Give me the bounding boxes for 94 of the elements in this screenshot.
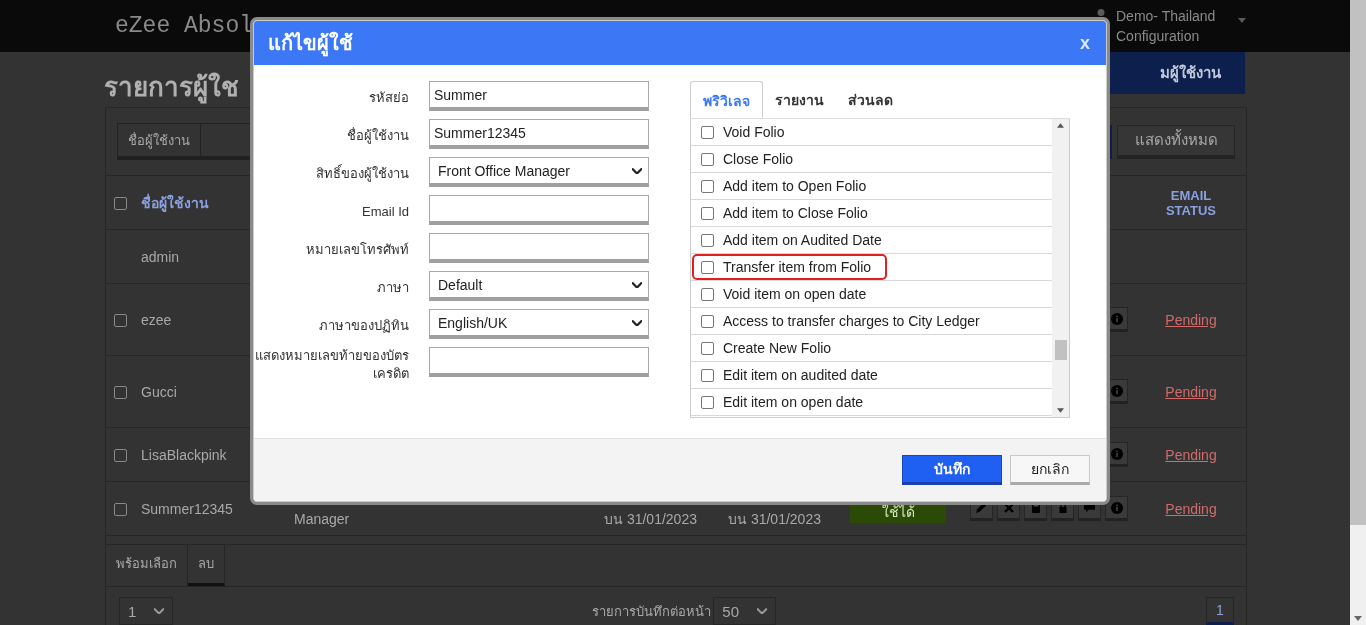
- info-button[interactable]: [1105, 496, 1128, 521]
- table-cell: Gucci: [141, 383, 177, 400]
- search-tab[interactable]: ชื่อผู้ใช้งาน: [118, 124, 201, 156]
- row-checkbox[interactable]: [114, 386, 127, 400]
- row-checkbox[interactable]: [114, 314, 127, 328]
- privilege-checkbox[interactable]: [701, 179, 714, 193]
- table-cell-text: บน 31/01/2023: [604, 509, 697, 529]
- dropdown[interactable]: Default: [429, 271, 649, 301]
- brand-name: eZee Absol: [115, 13, 254, 39]
- field-label: ชื่อผู้ใช้งาน: [346, 126, 409, 145]
- table-cell: ezee: [141, 311, 172, 328]
- per-page-label: รายการบันทึกต่อหน้า: [592, 602, 712, 621]
- arrow-down-icon[interactable]: [1057, 408, 1064, 413]
- privilege-label[interactable]: Void Folio: [723, 124, 785, 140]
- tab[interactable]: ส่วนลด: [836, 81, 905, 118]
- info-icon: [1110, 384, 1123, 397]
- info-icon: [1110, 447, 1123, 460]
- save-button[interactable]: บันทึก: [902, 455, 1002, 485]
- chevron-down-icon: [154, 608, 165, 614]
- input-field[interactable]: Summer12345: [429, 119, 649, 149]
- table-cell: LisaBlackpink: [141, 446, 227, 463]
- field-label: ภาษา: [376, 279, 409, 297]
- field-label: แสดงหมายเลขท้ายของบัตรเครดิต: [254, 347, 409, 383]
- chevron-down-icon: [632, 167, 642, 174]
- dialog-title: แก้ไขผู้ใช้: [268, 27, 353, 59]
- table-cell: Summer12345: [141, 500, 233, 517]
- dropdown[interactable]: English/UK: [429, 309, 649, 339]
- field-label: หมายเลขโทรศัพท์: [305, 241, 409, 259]
- chevron-down-icon: [632, 319, 642, 326]
- column-header[interactable]: ชื่อผู้ใช้งาน: [141, 194, 209, 211]
- page-select[interactable]: 1: [119, 597, 174, 625]
- email-status-link[interactable]: Pending: [1165, 446, 1217, 463]
- bulk-action-tab[interactable]: ลบ: [188, 545, 225, 586]
- scrollbar-thumb[interactable]: [1054, 340, 1067, 360]
- dropdown[interactable]: Front Office Manager: [429, 157, 649, 187]
- scrollbar[interactable]: [1052, 119, 1069, 417]
- privilege-label[interactable]: Close Folio: [723, 151, 794, 167]
- privilege-checkbox[interactable]: [701, 125, 714, 139]
- table-cell-text: บน 31/01/2023: [728, 509, 821, 529]
- privilege-label[interactable]: Create New Folio: [723, 340, 832, 356]
- tab[interactable]: รายงาน: [763, 81, 836, 118]
- cross-icon: [1003, 502, 1014, 513]
- privilege-checkbox[interactable]: [701, 152, 714, 166]
- input-field[interactable]: [429, 347, 649, 377]
- privilege-checkbox[interactable]: [701, 314, 714, 328]
- page-button[interactable]: 1: [1206, 597, 1234, 625]
- privilege-checkbox[interactable]: [701, 341, 714, 355]
- page-title: รายการผู้ใช: [104, 71, 239, 106]
- privilege-checkbox[interactable]: [701, 395, 714, 409]
- input-field[interactable]: [429, 195, 649, 225]
- scrollbar[interactable]: [1350, 0, 1366, 625]
- privilege-checkbox[interactable]: [701, 287, 714, 301]
- field-label: รหัสย่อ: [368, 89, 409, 107]
- privilege-label[interactable]: Add item to Close Folio: [723, 205, 868, 221]
- cancel-button[interactable]: ยกเลิก: [1010, 455, 1090, 485]
- privilege-label[interactable]: Add item to Open Folio: [723, 178, 867, 194]
- table-cell: admin: [141, 248, 180, 265]
- input-field[interactable]: [429, 233, 649, 263]
- property-subtitle: Configuration: [1116, 27, 1201, 46]
- privilege-label[interactable]: Edit item on audited date: [723, 367, 878, 383]
- privilege-checkbox[interactable]: [701, 233, 714, 247]
- privilege-label[interactable]: Add item on Audited Date: [723, 232, 882, 248]
- row-checkbox[interactable]: [114, 503, 127, 517]
- tab[interactable]: พริวิเลจ: [690, 81, 763, 118]
- privilege-checkbox[interactable]: [701, 368, 714, 382]
- row-checkbox[interactable]: [114, 449, 127, 463]
- table-cell: Manager: [294, 510, 350, 527]
- privilege-label[interactable]: Transfer item from Folio: [723, 259, 872, 275]
- per-page-select[interactable]: 50: [713, 597, 776, 625]
- chevron-down-icon: [757, 608, 767, 614]
- property-name[interactable]: Demo- Thailand: [1116, 6, 1216, 26]
- info-icon: [1110, 501, 1123, 514]
- privilege-label[interactable]: Edit item on open date: [723, 394, 864, 410]
- field-label: Email Id: [361, 203, 409, 221]
- privilege-label[interactable]: Void item on open date: [723, 286, 867, 302]
- lock-icon: [1058, 502, 1067, 513]
- bulk-action-tab[interactable]: พร้อมเลือก: [106, 545, 188, 586]
- info-icon: [1110, 312, 1123, 325]
- show-all-button[interactable]: แสดงทั้งหมด: [1117, 124, 1235, 159]
- privilege-label[interactable]: Access to transfer charges to City Ledger: [723, 313, 980, 329]
- privilege-checkbox[interactable]: [701, 260, 714, 274]
- caret-icon[interactable]: [1238, 18, 1246, 23]
- chevron-down-icon: [632, 281, 642, 288]
- email-status-link[interactable]: Pending: [1165, 383, 1217, 400]
- arrow-up-icon[interactable]: [1057, 123, 1064, 128]
- select-all-checkbox[interactable]: [114, 197, 127, 211]
- arrow-down-icon[interactable]: [1354, 616, 1362, 621]
- field-label: ภาษาของปฏิทิน: [318, 317, 409, 335]
- field-label: สิทธิ์ของผู้ใช้งาน: [315, 163, 409, 183]
- column-header: EMAIL STATUS: [1164, 187, 1218, 218]
- input-field[interactable]: Summer: [429, 81, 649, 111]
- email-status-link[interactable]: Pending: [1165, 311, 1217, 328]
- privilege-checkbox[interactable]: [701, 206, 714, 220]
- email-status-link[interactable]: Pending: [1165, 500, 1217, 517]
